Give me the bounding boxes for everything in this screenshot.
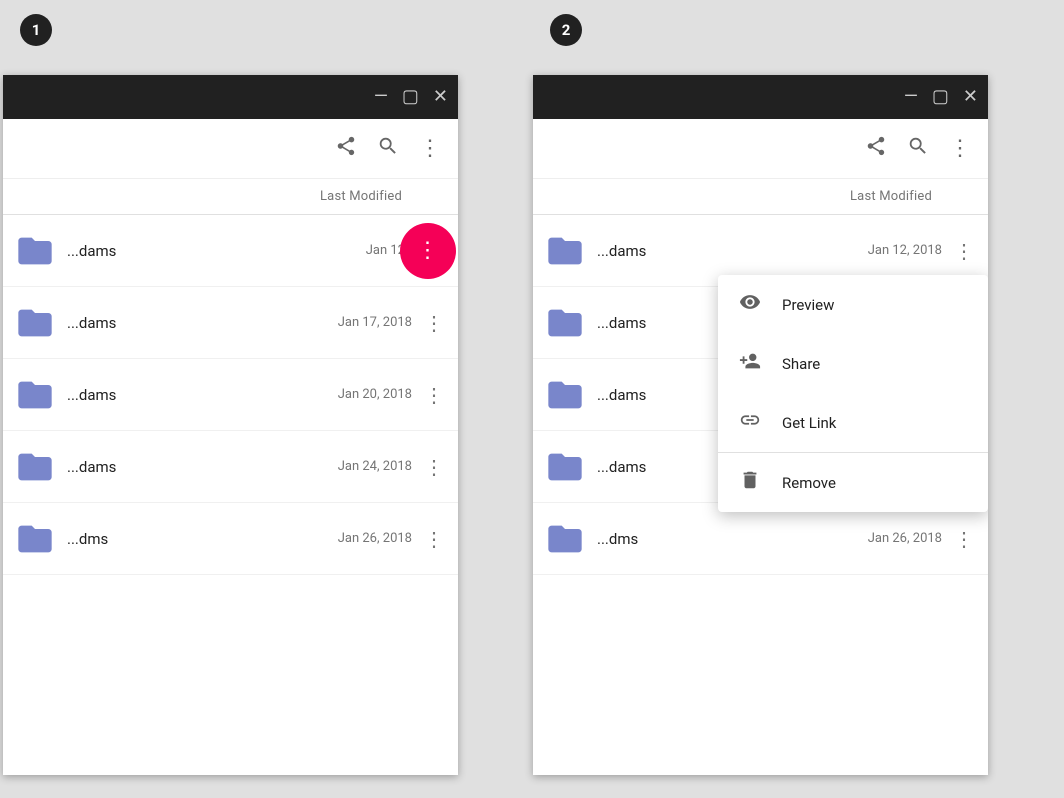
more-button[interactable]: ⋮ bbox=[950, 233, 978, 269]
folder-icon bbox=[15, 375, 55, 415]
close-btn-2[interactable]: ✕ bbox=[963, 88, 978, 106]
item-name: ...dams bbox=[597, 242, 646, 260]
list-item: ...dms Jan 26, 2018 ⋮ bbox=[533, 503, 988, 575]
context-menu-label-get-link: Get Link bbox=[782, 414, 836, 432]
item-left: ...dams bbox=[3, 447, 338, 487]
item-left: ...dams bbox=[533, 231, 868, 271]
step-badge-2: 2 bbox=[550, 14, 582, 46]
folder-icon bbox=[545, 519, 585, 559]
share-icon-1[interactable] bbox=[335, 135, 357, 162]
list-item: ...dams Jan 20, 2018 ⋮ bbox=[3, 359, 458, 431]
item-left: ...dms bbox=[3, 519, 338, 559]
more-button[interactable]: ⋮ bbox=[420, 521, 448, 557]
minimize-btn-1[interactable]: — bbox=[374, 88, 388, 106]
share-person-icon bbox=[738, 350, 762, 377]
more-button[interactable]: ⋮ bbox=[420, 305, 448, 341]
last-modified-label-2: Last Modified bbox=[850, 189, 932, 204]
trash-icon bbox=[738, 469, 762, 496]
item-name: ...dams bbox=[597, 314, 646, 332]
title-bar-2: — ▢ ✕ bbox=[533, 75, 988, 119]
more-button[interactable]: ⋮ bbox=[420, 377, 448, 413]
list-item: ...dams Jan 24, 2018 ⋮ bbox=[3, 431, 458, 503]
item-name: ...dams bbox=[597, 386, 646, 404]
folder-icon bbox=[545, 375, 585, 415]
list-header-2: Last Modified bbox=[533, 179, 988, 215]
context-menu-item-get-link[interactable]: Get Link bbox=[718, 393, 988, 452]
list-content-2: ...dams Jan 12, 2018 ⋮ ...dams Jan 17, 2… bbox=[533, 215, 988, 775]
folder-icon bbox=[15, 447, 55, 487]
context-menu-item-preview[interactable]: Preview bbox=[718, 275, 988, 334]
folder-icon bbox=[15, 519, 55, 559]
folder-icon bbox=[545, 231, 585, 271]
item-name: ...dams bbox=[67, 458, 116, 476]
item-date: Jan 26, 2018 bbox=[868, 531, 942, 546]
search-icon-1[interactable] bbox=[377, 135, 399, 162]
folder-icon bbox=[545, 303, 585, 343]
list-header-1: Last Modified bbox=[3, 179, 458, 215]
folder-icon bbox=[15, 303, 55, 343]
link-icon bbox=[738, 409, 762, 436]
item-name: ...dams bbox=[597, 458, 646, 476]
context-menu-label-remove: Remove bbox=[782, 474, 836, 492]
folder-icon bbox=[15, 231, 55, 271]
context-menu-item-remove[interactable]: Remove bbox=[718, 453, 988, 512]
list-content-1: ...dams Jan 12, 2018 ⋮ ...dams Jan 17, 2… bbox=[3, 215, 458, 775]
title-bar-1: — ▢ ✕ bbox=[3, 75, 458, 119]
last-modified-label-1: Last Modified bbox=[320, 189, 402, 204]
item-left: ...dms bbox=[533, 519, 868, 559]
item-left: ...dams bbox=[3, 231, 366, 271]
close-btn-1[interactable]: ✕ bbox=[433, 88, 448, 106]
item-name: ...dms bbox=[597, 530, 638, 548]
more-icon-2[interactable]: ⋮ bbox=[949, 136, 972, 161]
item-name: ...dams bbox=[67, 314, 116, 332]
context-menu: Preview Share Get Link bbox=[718, 275, 988, 512]
item-name: ...dams bbox=[67, 242, 116, 260]
item-date: Jan 12, 2018 bbox=[868, 243, 942, 258]
item-left: ...dams bbox=[3, 375, 338, 415]
more-fab-button[interactable]: ⋮ bbox=[400, 223, 456, 279]
share-icon-2[interactable] bbox=[865, 135, 887, 162]
toolbar-1: ⋮ bbox=[3, 119, 458, 179]
item-name: ...dms bbox=[67, 530, 108, 548]
context-menu-item-share[interactable]: Share bbox=[718, 334, 988, 393]
window-2: — ▢ ✕ ⋮ Last Modified ...dams bbox=[533, 75, 988, 775]
item-date: Jan 24, 2018 bbox=[338, 459, 412, 474]
item-date: Jan 17, 2018 bbox=[338, 315, 412, 330]
context-menu-label-preview: Preview bbox=[782, 296, 834, 314]
more-icon-1[interactable]: ⋮ bbox=[419, 136, 442, 161]
item-left: ...dams bbox=[3, 303, 338, 343]
search-icon-2[interactable] bbox=[907, 135, 929, 162]
maximize-btn-1[interactable]: ▢ bbox=[402, 88, 419, 106]
preview-icon bbox=[738, 291, 762, 318]
more-button[interactable]: ⋮ bbox=[950, 521, 978, 557]
minimize-btn-2[interactable]: — bbox=[904, 88, 918, 106]
step-badge-1: 1 bbox=[20, 14, 52, 46]
list-item: ...dams Jan 12, 2018 ⋮ bbox=[3, 215, 458, 287]
list-item: ...dams Jan 17, 2018 ⋮ bbox=[3, 287, 458, 359]
folder-icon bbox=[545, 447, 585, 487]
item-date: Jan 20, 2018 bbox=[338, 387, 412, 402]
item-name: ...dams bbox=[67, 386, 116, 404]
more-button[interactable]: ⋮ bbox=[420, 449, 448, 485]
maximize-btn-2[interactable]: ▢ bbox=[932, 88, 949, 106]
list-item: ...dms Jan 26, 2018 ⋮ bbox=[3, 503, 458, 575]
toolbar-2: ⋮ bbox=[533, 119, 988, 179]
context-menu-label-share: Share bbox=[782, 355, 820, 373]
item-date: Jan 26, 2018 bbox=[338, 531, 412, 546]
window-1: — ▢ ✕ ⋮ Last Modified ...d bbox=[3, 75, 458, 775]
